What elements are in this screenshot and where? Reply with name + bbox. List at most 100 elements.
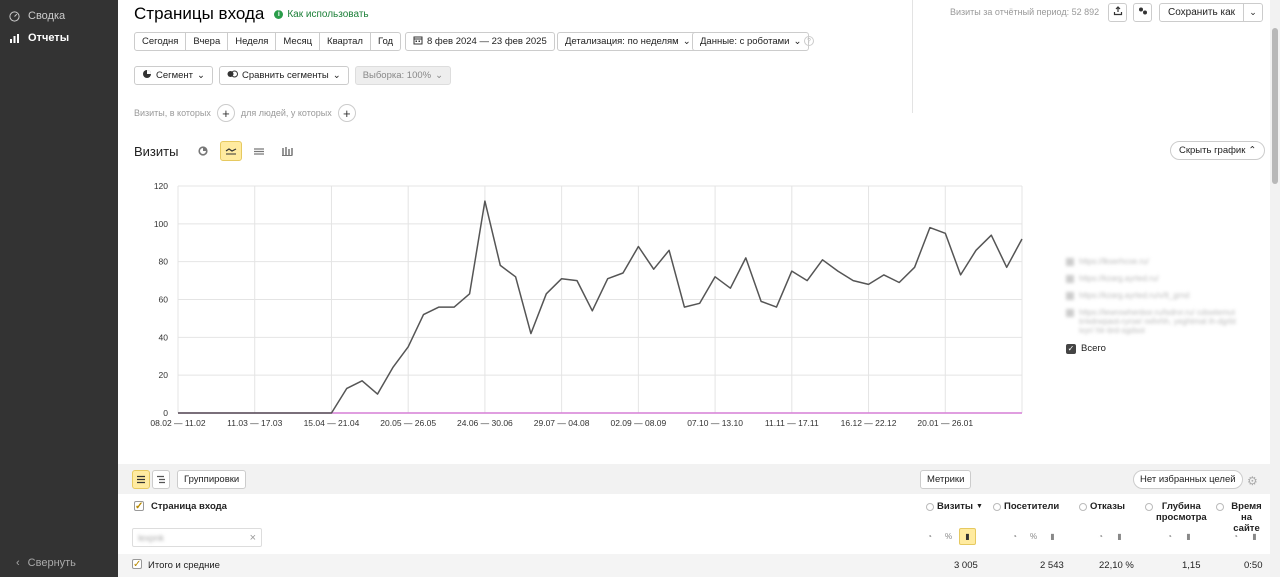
chevron-left-icon: ‹ <box>16 557 20 569</box>
pie-chart-icon[interactable]: ◔ <box>1006 528 1023 545</box>
compare-label: Сравнить сегменты <box>242 70 329 81</box>
period-quarter[interactable]: Квартал <box>319 32 371 51</box>
how-to-link[interactable]: i Как использовать <box>274 9 369 20</box>
hide-chart-label: Скрыть график <box>1179 145 1246 156</box>
radio-icon[interactable] <box>993 503 1001 511</box>
collapse-sidebar-button[interactable]: ‹ Свернуть <box>16 557 76 569</box>
legend-color <box>1066 258 1074 266</box>
compare-segments-dropdown[interactable]: Сравнить сегменты ⌄ <box>219 66 349 85</box>
chevron-up-icon: ⌃ <box>1248 145 1257 156</box>
help-icon[interactable]: ? <box>804 36 814 46</box>
pie-chart-icon[interactable]: ◔ <box>921 528 938 545</box>
title-row: Страницы входа i Как использовать <box>134 4 369 24</box>
legend-label: https://lkserhcoe.ru/ <box>1079 257 1149 266</box>
clear-icon[interactable]: × <box>250 532 256 544</box>
column-bounces[interactable]: Отказы <box>1079 501 1125 512</box>
column-visits[interactable]: Визиты ▼ <box>926 501 983 512</box>
dimension-search-input[interactable]: lexpnk × <box>132 528 262 547</box>
detail-label: Детализация: по неделям <box>565 36 679 47</box>
period-year[interactable]: Год <box>369 32 402 51</box>
radio-icon[interactable] <box>1145 503 1153 511</box>
segment-dropdown[interactable]: Сегмент ⌄ <box>134 66 213 85</box>
bar-chart-icon <box>282 147 294 156</box>
pie-chart-icon[interactable]: ◔ <box>1092 528 1109 545</box>
groupings-button[interactable]: Группировки <box>177 470 247 489</box>
period-week[interactable]: Неделя <box>227 32 277 51</box>
legend-item[interactable]: https://lewrowhenbor.ru/lsdrvr.ru/ cdswt… <box>1066 308 1246 335</box>
period-selector: Сегодня Вчера Неделя Месяц Квартал Год <box>134 32 402 51</box>
bar-chart-icon <box>8 32 20 44</box>
share-button[interactable] <box>1133 3 1152 22</box>
bar-chart-icon[interactable]: ▮ <box>1180 528 1197 545</box>
save-as-label: Сохранить как <box>1168 7 1236 18</box>
scrollbar-thumb[interactable] <box>1272 28 1278 184</box>
search-value: lexpnk <box>138 532 165 543</box>
period-month[interactable]: Месяц <box>275 32 321 51</box>
bounces-view-toggles: ◔ ▮ <box>1092 528 1128 545</box>
radio-icon[interactable] <box>1216 503 1224 511</box>
percent-icon[interactable]: % <box>1025 528 1042 545</box>
column-depth[interactable]: Глубина просмотра <box>1145 501 1207 523</box>
legend-item[interactable]: https://kzarg.ayrted.ru/v/lt_grnd <box>1066 291 1246 300</box>
chart-type-area[interactable] <box>248 141 270 161</box>
legend-item[interactable]: https://lkserhcoe.ru/ <box>1066 257 1246 266</box>
legend-item[interactable]: https://kzarg.ayrted.ru/ <box>1066 274 1246 283</box>
radio-icon[interactable] <box>1079 503 1087 511</box>
radio-icon[interactable] <box>926 503 934 511</box>
pie-chart-icon[interactable]: ◔ <box>1161 528 1178 545</box>
legend-total[interactable]: ✓ Всего <box>1066 343 1246 354</box>
checkbox-checked-icon[interactable]: ✓ <box>132 559 142 570</box>
visitors-view-toggles: ◔ % ▮ <box>1006 528 1061 545</box>
detail-dropdown[interactable]: Детализация: по неделям ⌄ <box>557 32 699 51</box>
page-scrollbar[interactable] <box>1270 0 1280 577</box>
add-visit-condition-button[interactable]: + <box>216 104 235 122</box>
legend-color <box>1066 275 1074 283</box>
legend-total-label: Всего <box>1081 343 1106 354</box>
view-tree-button[interactable] <box>152 470 170 489</box>
dimension-header[interactable]: ✓ Страница входа <box>134 501 227 512</box>
gauge-icon <box>8 10 20 22</box>
add-people-condition-button[interactable]: + <box>337 104 356 122</box>
period-today[interactable]: Сегодня <box>134 32 187 51</box>
save-as-button[interactable]: Сохранить как ⌄ <box>1159 3 1264 22</box>
visits-view-toggles: ◔ % ▮ <box>921 528 976 545</box>
export-button[interactable] <box>1108 3 1127 22</box>
column-label: Визиты <box>937 501 974 512</box>
sort-desc-icon: ▼ <box>976 503 983 510</box>
data-mode-dropdown[interactable]: Данные: с роботами ⌄ <box>692 32 810 51</box>
view-list-button[interactable] <box>132 470 150 489</box>
bar-chart-icon[interactable]: ▮ <box>1044 528 1061 545</box>
period-yesterday[interactable]: Вчера <box>185 32 229 51</box>
sidebar-item-label: Отчеты <box>28 32 70 44</box>
column-visitors[interactable]: Посетители <box>993 501 1059 512</box>
sample-dropdown[interactable]: Выборка: 100% ⌄ <box>354 66 452 85</box>
chart-type-bar[interactable] <box>276 141 298 161</box>
line-chart-icon <box>226 148 237 155</box>
y-tick-label: 20 <box>159 370 169 380</box>
settings-gear-icon[interactable]: ⚙ <box>1247 474 1258 488</box>
column-divider <box>912 0 913 113</box>
y-tick-label: 60 <box>159 295 169 305</box>
chart-type-pie[interactable] <box>192 141 214 161</box>
bar-chart-icon[interactable]: ▮ <box>1111 528 1128 545</box>
chevron-down-icon[interactable]: ⌄ <box>1243 4 1262 21</box>
sidebar-item-summary[interactable]: Сводка <box>0 5 118 27</box>
metrics-button[interactable]: Метрики <box>920 470 972 489</box>
totals-label: Итого и средние <box>148 560 220 571</box>
percent-icon[interactable]: % <box>940 528 957 545</box>
bar-chart-icon[interactable]: ▮ <box>1246 528 1263 545</box>
chart-type-line[interactable] <box>220 141 243 161</box>
checkbox-checked-icon[interactable]: ✓ <box>1066 343 1076 354</box>
hide-chart-button[interactable]: Скрыть график ⌃ <box>1170 141 1266 160</box>
main-content: Страницы входа i Как использовать Визиты… <box>118 0 1270 577</box>
favorite-goals-button[interactable]: Нет избранных целей <box>1133 470 1243 489</box>
date-range-button[interactable]: 8 фев 2024 — 23 фев 2025 <box>405 32 555 51</box>
pie-chart-icon[interactable]: ◔ <box>1227 528 1244 545</box>
sidebar-item-reports[interactable]: Отчеты <box>0 27 118 49</box>
checkbox-checked-icon[interactable]: ✓ <box>134 501 144 512</box>
pie-icon <box>142 69 152 82</box>
sidebar-item-label: Сводка <box>28 10 66 22</box>
bar-chart-icon[interactable]: ▮ <box>959 528 976 545</box>
chart-legend: https://lkserhcoe.ru/ https://kzarg.ayrt… <box>1066 257 1246 354</box>
chart-header: Визиты <box>134 141 298 161</box>
